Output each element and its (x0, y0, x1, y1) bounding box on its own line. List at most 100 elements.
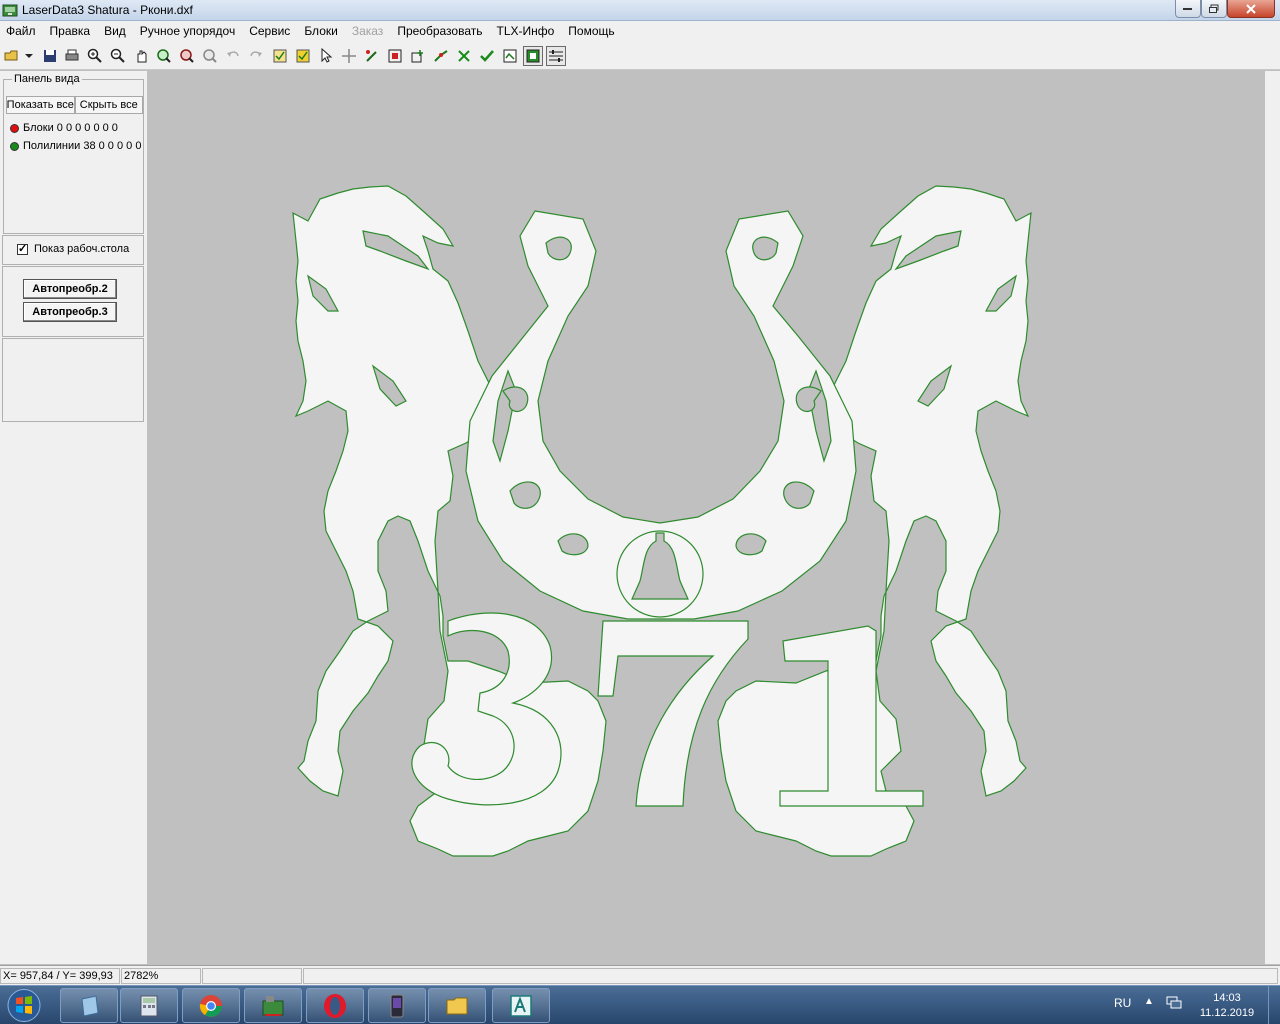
close-button[interactable] (1227, 0, 1275, 18)
menu-bar: Файл Правка Вид Ручное упорядоч Сервис Блоки З… (0, 21, 1280, 41)
menu-item[interactable]: Блоки (304, 24, 338, 38)
zoom-readout: 2782% (121, 968, 201, 984)
menu-item[interactable]: Сервис (249, 24, 290, 38)
opera-icon (324, 993, 346, 1018)
ornament-swirl (557, 533, 589, 556)
taskbar-opera-button[interactable] (306, 988, 364, 1023)
zoom-out-icon (110, 48, 125, 63)
menu-item[interactable]: Помощь (568, 24, 614, 38)
check-list-yellow-icon (296, 49, 310, 63)
select-arrow-button[interactable] (316, 46, 336, 66)
zoom-all-icon (180, 49, 194, 63)
app-icon (2, 4, 18, 17)
zoom-all-button[interactable] (177, 46, 197, 66)
menu-item: Заказ (351, 24, 384, 38)
minimize-icon (1183, 7, 1192, 10)
frame-button[interactable] (385, 46, 405, 66)
redo-button[interactable] (246, 46, 266, 66)
save-button[interactable] (40, 46, 60, 66)
print-icon (65, 49, 79, 61)
layer-item-blocks[interactable]: Блоки 0 0 0 0 0 0 0 (8, 120, 145, 136)
auto-convert-3-button[interactable]: Автопреобр.3 (23, 302, 117, 322)
view-panel: Панель вида Показать все Скрыть все Блок… (0, 71, 147, 964)
start-button[interactable] (2, 987, 46, 1024)
menu-item[interactable]: Ручное упорядоч (140, 24, 235, 38)
check-list-yellow-button[interactable] (293, 46, 313, 66)
save-icon (44, 50, 56, 62)
menu-item[interactable]: Вид (104, 24, 126, 38)
hide-all-button[interactable]: Скрыть все (74, 96, 143, 114)
taskbar-calculator-button[interactable] (120, 988, 178, 1023)
minimize-button[interactable] (1175, 0, 1201, 18)
zoom-previous-button[interactable] (200, 46, 220, 66)
layer-color-dot (10, 141, 19, 151)
settings-icon (549, 50, 563, 62)
taskbar: RU ▲ 14:03 11.12.2019 (0, 985, 1280, 1024)
print-button[interactable] (62, 46, 82, 66)
laserdata-icon (262, 995, 284, 1016)
drawing-svg (292, 185, 1032, 857)
cut-button[interactable] (454, 46, 474, 66)
clock-date: 11.12.2019 (1199, 1007, 1255, 1019)
taskbar-laserdata-button[interactable] (244, 988, 302, 1023)
taskbar-windows-explorer-button[interactable] (60, 988, 118, 1023)
frame-icon (388, 49, 402, 63)
taskbar-chrome-button[interactable] (182, 988, 240, 1023)
ornament-swirl (752, 236, 779, 261)
view-panel-group: Панель вида Показать все Скрыть все Блок… (3, 73, 145, 234)
edit-node-button[interactable] (362, 46, 382, 66)
chrome-icon (199, 994, 222, 1017)
tray-expand-icon[interactable]: ▲ (1144, 996, 1154, 1007)
clock[interactable]: 14:03 11.12.2019 (1194, 991, 1260, 1021)
connect-button[interactable] (431, 46, 451, 66)
menu-item[interactable]: Правка (50, 24, 91, 38)
move-cross-button[interactable] (339, 46, 359, 66)
layer-color-dot (10, 123, 19, 133)
add-node-icon (411, 50, 423, 63)
checkbox-checked-icon[interactable] (17, 242, 28, 255)
show-all-button[interactable]: Показать все (6, 96, 75, 114)
title-bar: LaserData3 Shatura - Ркони.dxf (0, 0, 1280, 21)
maximize-button[interactable] (1201, 0, 1227, 18)
empty-panel-box (2, 338, 144, 422)
clock-time: 14:03 (1213, 992, 1241, 1004)
undo-button[interactable] (223, 46, 243, 66)
run-button[interactable] (523, 46, 543, 66)
drawing-canvas[interactable] (148, 71, 1265, 964)
calculator-icon (140, 995, 158, 1016)
optimize-button[interactable] (500, 46, 520, 66)
show-desktop-button[interactable] (1268, 986, 1280, 1024)
taskbar-media-button[interactable] (368, 988, 426, 1023)
vertical-scrollbar[interactable] (1265, 71, 1280, 964)
taskbar-autocad-button[interactable] (492, 988, 550, 1023)
menu-item[interactable]: TLX-Инфо (496, 24, 554, 38)
layer-item-polylines[interactable]: Полилинии 38 0 0 0 0 0 0 (8, 138, 145, 154)
pan-hand-button[interactable] (132, 46, 152, 66)
check-list-button[interactable] (270, 46, 290, 66)
show-desktop-label: Показ рабоч.стола (34, 243, 130, 255)
menu-item[interactable]: Преобразовать (397, 24, 482, 38)
network-icon[interactable] (1166, 996, 1182, 1010)
language-indicator[interactable]: RU (1114, 996, 1131, 1010)
edit-node-icon (366, 50, 377, 62)
open-folder-button[interactable] (2, 46, 22, 66)
ornament-swirl (735, 533, 767, 556)
coordinates-readout: X= 957,84 / Y= 399,93 (0, 968, 120, 984)
zoom-out-button[interactable] (108, 46, 128, 66)
folder-icon (446, 997, 468, 1014)
add-node-button[interactable] (408, 46, 428, 66)
layer-list: Блоки 0 0 0 0 0 0 0 Полилинии 38 0 0 0 0… (6, 116, 145, 233)
pan-hand-icon (137, 50, 147, 63)
check-button[interactable] (477, 46, 497, 66)
view-panel-legend: Панель вида (12, 73, 82, 85)
zoom-in-button[interactable] (85, 46, 105, 66)
show-desktop-box: Показ рабоч.стола (2, 235, 144, 265)
zoom-window-button[interactable] (154, 46, 174, 66)
open-folder-icon (4, 50, 18, 61)
open-dropdown-button[interactable] (22, 46, 36, 66)
auto-convert-2-button[interactable]: Автопреобр.2 (23, 279, 117, 299)
settings-button[interactable] (546, 46, 566, 66)
taskbar-folder-button[interactable] (428, 988, 486, 1023)
show-desktop-checkbox[interactable]: Показ рабоч.стола (3, 242, 143, 255)
menu-item[interactable]: Файл (6, 24, 36, 38)
